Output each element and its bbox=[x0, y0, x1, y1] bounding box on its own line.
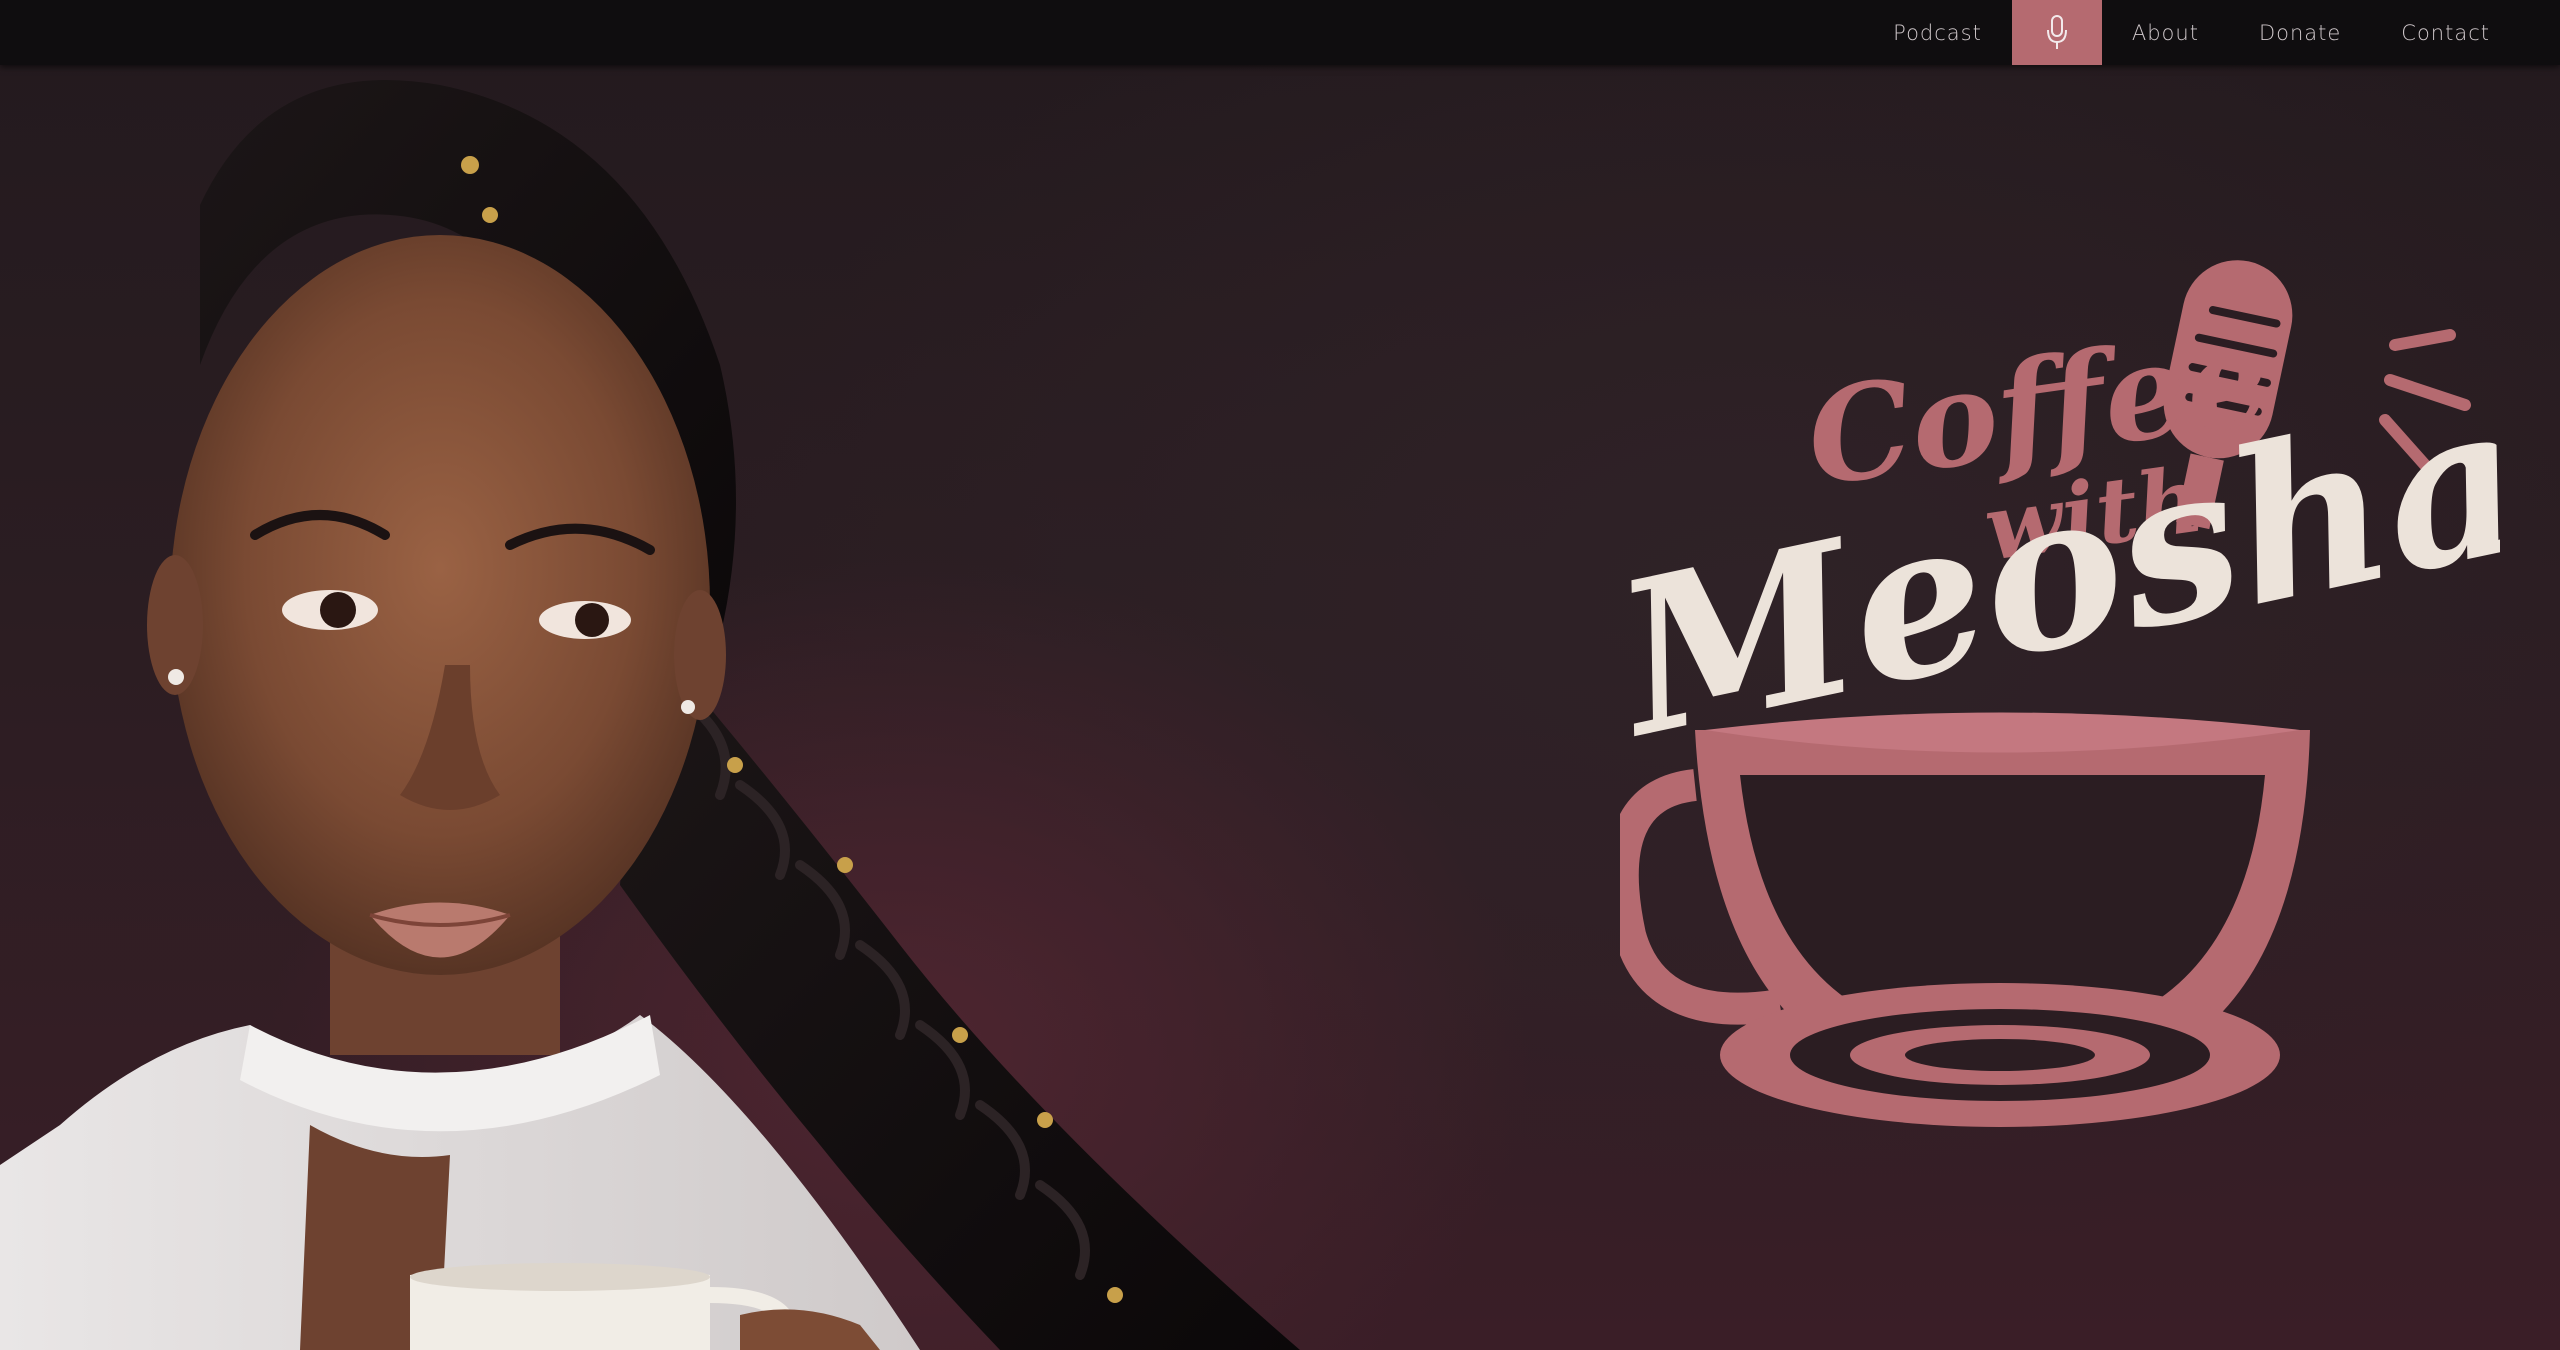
nav-item-microphone bbox=[2011, 0, 2102, 65]
nav-link-podcast[interactable]: Podcast bbox=[1863, 0, 2012, 65]
page: Podcast About Donate Contact Coffee with… bbox=[0, 0, 2560, 1350]
nav-microphone-button[interactable] bbox=[2011, 0, 2102, 65]
nav-item-contact: Contact bbox=[2371, 0, 2520, 65]
nav-item-podcast: Podcast bbox=[1863, 0, 2012, 65]
host-portrait-image bbox=[0, 80, 1300, 1350]
coffee-with-meosha-logo: Coffee with Meosha bbox=[1620, 260, 2500, 1127]
nav-link-about[interactable]: About bbox=[2102, 0, 2229, 65]
nav-link-donate[interactable]: Donate bbox=[2229, 0, 2371, 65]
nav-item-about: About bbox=[2102, 0, 2229, 65]
nav-item-donate: Donate bbox=[2229, 0, 2371, 65]
nav-menu: Podcast About Donate Contact bbox=[1863, 0, 2520, 65]
top-navbar: Podcast About Donate Contact bbox=[0, 0, 2560, 65]
microphone-icon bbox=[2046, 14, 2067, 49]
hero-slider: Coffee with Meosha bbox=[0, 65, 2560, 1350]
logo-coffee-cup-icon bbox=[1620, 712, 2310, 1127]
nav-link-contact[interactable]: Contact bbox=[2371, 0, 2520, 65]
